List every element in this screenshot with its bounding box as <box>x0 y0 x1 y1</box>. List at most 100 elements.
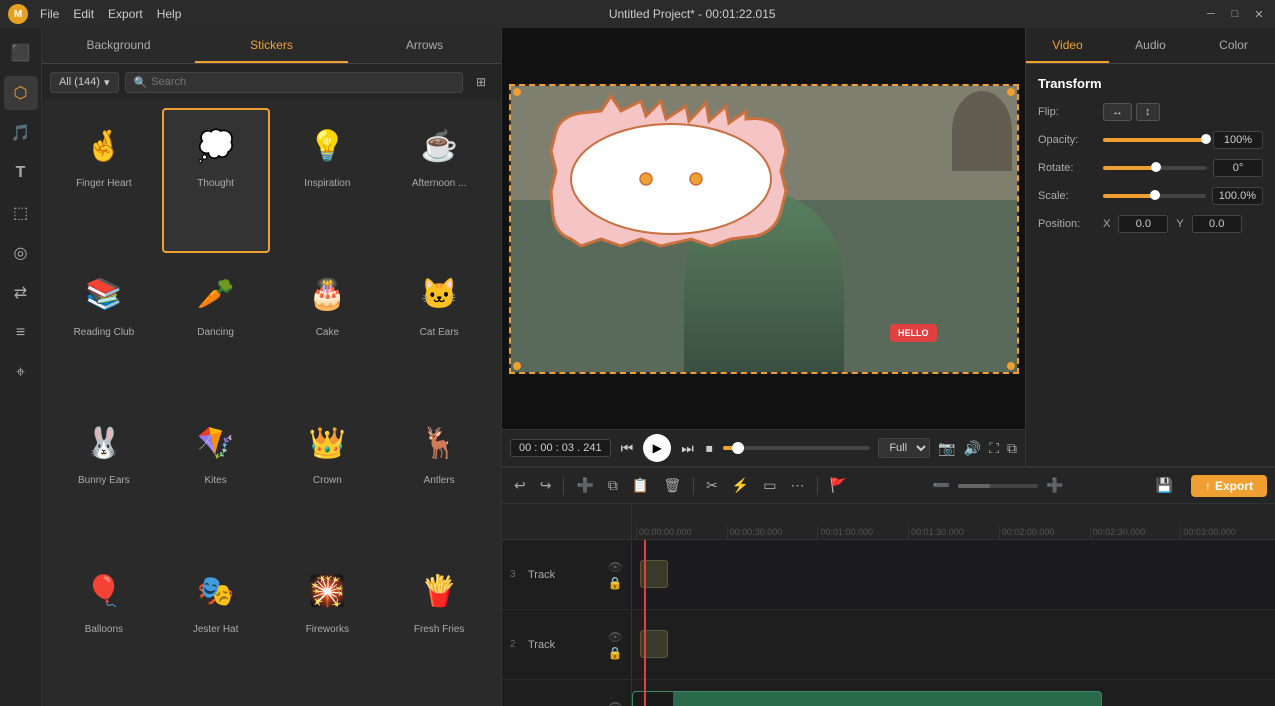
sticker-kites[interactable]: 🪁 Kites <box>162 405 270 550</box>
close-button[interactable]: ✕ <box>1251 6 1267 22</box>
menu-edit[interactable]: Edit <box>73 7 94 21</box>
sticker-thumb: 🎂 <box>291 265 363 325</box>
lock-icon-3[interactable]: 🔒 <box>608 576 623 590</box>
sidebar-item-stickers[interactable]: ⬡ <box>4 76 38 110</box>
opacity-slider[interactable] <box>1103 138 1207 142</box>
sidebar-item-crop[interactable]: ⌖ <box>4 356 38 390</box>
left-sidebar: ⬛ ⬡ 🎵 T ⬚ ◎ ⇄ ≡ ⌖ <box>0 28 42 706</box>
sticker-bunny-ears[interactable]: 🐰 Bunny Ears <box>50 405 158 550</box>
menu-file[interactable]: File <box>40 7 59 21</box>
sticker-balloons[interactable]: 🎈 Balloons <box>50 554 158 699</box>
tab-color[interactable]: Color <box>1192 28 1275 63</box>
skip-back-button[interactable]: ⏮ <box>619 438 636 459</box>
menu-help[interactable]: Help <box>157 7 182 21</box>
flip-vertical-button[interactable]: ↕ <box>1136 103 1160 121</box>
more-button[interactable]: ⋯ <box>787 475 809 496</box>
sticker-afternoon[interactable]: ☕ Afternoon ... <box>385 108 493 253</box>
position-y-value[interactable]: 0.0 <box>1192 215 1242 233</box>
visibility-icon-3[interactable]: 👁 <box>608 560 623 574</box>
sticker-antlers[interactable]: 🦌 Antlers <box>385 405 493 550</box>
skip-forward-button[interactable]: ⏭ <box>679 438 696 459</box>
sticker-crown[interactable]: 👑 Crown <box>274 405 382 550</box>
search-input[interactable] <box>151 76 454 88</box>
clip-thumbnail: GIRLS <box>633 692 673 706</box>
redo-button[interactable]: ↪ <box>536 475 556 496</box>
tab-audio[interactable]: Audio <box>1109 28 1192 63</box>
visibility-icon-1[interactable]: 👁 <box>608 700 623 706</box>
flip-horizontal-button[interactable]: ↔ <box>1103 103 1132 121</box>
sticker-thought[interactable]: 💭 Thought <box>162 108 270 253</box>
sticker-dancing[interactable]: 🥕 Dancing <box>162 257 270 402</box>
sticker-inspiration[interactable]: 💡 Inspiration <box>274 108 382 253</box>
marker-button[interactable]: 🚩 <box>826 475 851 496</box>
sidebar-item-filters[interactable]: ⬚ <box>4 196 38 230</box>
add-media-button[interactable]: ➕ <box>572 475 597 496</box>
sidebar-item-transitions[interactable]: ⇄ <box>4 276 38 310</box>
sidebar-item-media[interactable]: ⬛ <box>4 36 38 70</box>
visibility-icon-2[interactable]: 👁 <box>608 630 623 644</box>
progress-bar[interactable] <box>723 446 871 450</box>
timeline-track-labels: 3 Track 👁 🔒 2 Track 👁 🔒 <box>502 504 632 706</box>
undo-button[interactable]: ↩ <box>510 475 530 496</box>
copy-button[interactable]: ⧉ <box>604 475 622 496</box>
app-logo: M <box>8 4 28 24</box>
zoom-slider[interactable] <box>958 484 1038 488</box>
tab-arrows[interactable]: Arrows <box>348 28 501 63</box>
right-panel: Video Audio Color Transform Flip: ↔ ↕ <box>1025 28 1275 466</box>
sticker-label: Jester Hat <box>193 624 239 635</box>
zoom-in-button[interactable]: ➕ <box>1042 475 1067 496</box>
sticker-cat-ears[interactable]: 🐱 Cat Ears <box>385 257 493 402</box>
screenshot-button[interactable]: 📷 <box>938 440 955 457</box>
split-button[interactable]: ⚡ <box>728 475 753 496</box>
video-clip[interactable]: GIRLS 101 Girls_ Season 4 Trailer (1080p… <box>632 691 1102 706</box>
sidebar-item-text[interactable]: T <box>4 156 38 190</box>
sticker-finger-heart[interactable]: 🤞 Finger Heart <box>50 108 158 253</box>
zoom-out-button[interactable]: ➖ <box>929 475 954 496</box>
zoom-control: ➖ ➕ <box>929 475 1068 496</box>
export-button[interactable]: ↑ Export <box>1191 475 1267 497</box>
grid-toggle-button[interactable]: ⊞ <box>469 70 493 94</box>
sidebar-item-effects[interactable]: ◎ <box>4 236 38 270</box>
filter-dropdown[interactable]: All (144) ▾ <box>50 72 119 93</box>
sticker-thumb: 🍟 <box>403 562 475 622</box>
sticker-cake[interactable]: 🎂 Cake <box>274 257 382 402</box>
ruler-mark-0: 00:00:00.000 <box>636 527 727 539</box>
scale-slider[interactable] <box>1103 194 1206 198</box>
track-lane-2 <box>632 610 1275 680</box>
tab-stickers[interactable]: Stickers <box>195 28 348 63</box>
track-1-icons: 👁 🔒 <box>608 700 623 706</box>
sticker-jester-hat[interactable]: 🎭 Jester Hat <box>162 554 270 699</box>
sidebar-item-audio[interactable]: 🎵 <box>4 116 38 150</box>
position-x-value[interactable]: 0.0 <box>1118 215 1168 233</box>
fullscreen-button[interactable]: ⛶ <box>989 440 999 457</box>
sticker-fireworks[interactable]: 🎇 Fireworks <box>274 554 382 699</box>
sticker-label: Balloons <box>85 624 123 635</box>
panel-tabs: Background Stickers Arrows <box>42 28 501 64</box>
quality-select[interactable]: Full 1/2 1/4 <box>878 438 930 458</box>
cut-button[interactable]: ✂ <box>702 475 722 496</box>
stop-button[interactable]: ⏹ <box>704 438 715 459</box>
delete-button[interactable]: 🗑 <box>659 475 685 496</box>
play-button[interactable]: ▶ <box>643 434 671 462</box>
volume-button[interactable]: 🔊 <box>964 440 981 457</box>
rotate-slider[interactable] <box>1103 166 1207 170</box>
sticker-reading-club[interactable]: 📚 Reading Club <box>50 257 158 402</box>
sticker-fresh-fries[interactable]: 🍟 Fresh Fries <box>385 554 493 699</box>
save-button[interactable]: 💾 <box>1152 475 1177 496</box>
timeline-ruler: 00:00:00.000 00:00:30.000 00:01:00.000 0… <box>632 504 1275 540</box>
tab-video[interactable]: Video <box>1026 28 1109 63</box>
tab-background[interactable]: Background <box>42 28 195 63</box>
lock-icon-2[interactable]: 🔒 <box>608 646 623 660</box>
preview-area: HELLO <box>502 28 1025 466</box>
sidebar-item-adjust[interactable]: ≡ <box>4 316 38 350</box>
maximize-button[interactable]: □ <box>1227 6 1243 22</box>
search-box[interactable]: 🔍 <box>125 72 464 93</box>
paste-button[interactable]: 📋 <box>628 475 653 496</box>
track-3-name: Track <box>528 569 555 581</box>
crop-timeline-button[interactable]: ▭ <box>759 475 780 496</box>
sticker-thumb: 🥕 <box>180 265 252 325</box>
menu-export[interactable]: Export <box>108 7 143 21</box>
pip-button[interactable]: ⧉ <box>1007 440 1017 457</box>
minimize-button[interactable]: ─ <box>1203 6 1219 22</box>
position-label: Position: <box>1038 218 1103 230</box>
